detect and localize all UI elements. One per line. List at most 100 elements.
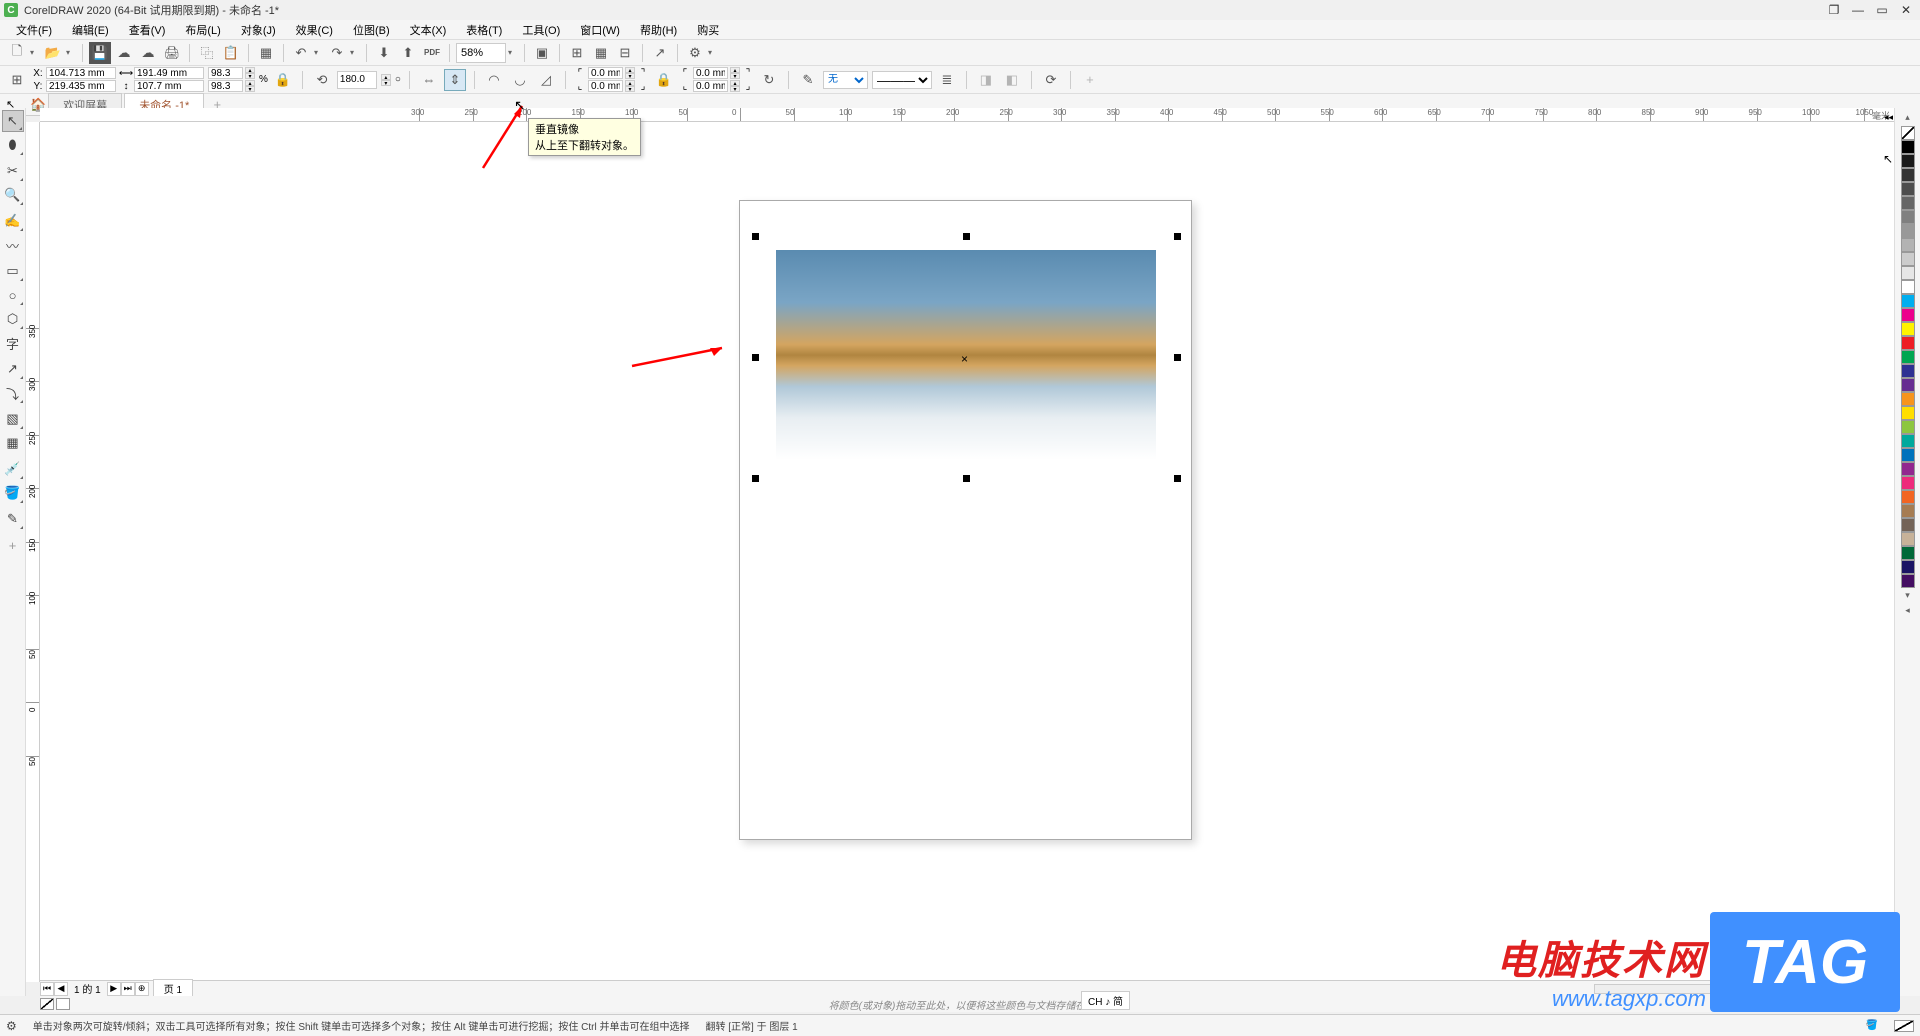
launch-icon[interactable]: ↗ <box>649 42 671 64</box>
paste-icon[interactable]: 📋 <box>220 42 242 64</box>
color-swatch[interactable] <box>1901 448 1915 462</box>
guides-icon[interactable]: ⊟ <box>614 42 636 64</box>
color-swatch[interactable] <box>1901 154 1915 168</box>
color-eyedropper-tool[interactable]: 💉 <box>2 458 24 480</box>
color-swatch[interactable] <box>1901 490 1915 504</box>
redo-icon[interactable]: ↷ <box>326 42 348 64</box>
rotate-icon[interactable]: ⟲ <box>311 69 333 91</box>
pdf-icon[interactable]: PDF <box>421 42 443 64</box>
add-tool-icon[interactable]: + <box>2 534 24 556</box>
menu-buy[interactable]: 购买 <box>687 20 729 40</box>
wrap-text-icon[interactable]: ≣ <box>936 69 958 91</box>
selection-handle[interactable] <box>963 233 970 240</box>
fill-swatch[interactable] <box>40 998 54 1010</box>
clipboard-icon[interactable]: ▦ <box>255 42 277 64</box>
color-swatch[interactable] <box>1901 196 1915 210</box>
rotation-spinner[interactable]: ▴▾ <box>381 74 391 86</box>
color-swatch[interactable] <box>1901 546 1915 560</box>
color-swatch[interactable] <box>1901 560 1915 574</box>
expand-right-icon[interactable]: ↖ <box>1883 152 1893 166</box>
options-icon[interactable]: ⚙ <box>684 42 706 64</box>
color-swatch[interactable] <box>1901 504 1915 518</box>
scale-x-input[interactable] <box>208 67 243 79</box>
color-swatch[interactable] <box>1901 434 1915 448</box>
options-dropdown[interactable]: ▾ <box>708 48 718 57</box>
menu-view[interactable]: 查看(V) <box>119 20 176 40</box>
crop-tool[interactable]: ✂ <box>2 160 24 182</box>
selection-handle[interactable] <box>752 233 759 240</box>
drop-shadow-tool[interactable]: ▧ <box>2 408 24 430</box>
selection-handle[interactable] <box>752 354 759 361</box>
menu-window[interactable]: 窗口(W) <box>570 20 630 40</box>
gear-icon[interactable]: ⚙ <box>6 1019 17 1033</box>
corner-bl-spinner[interactable]: ▴▾ <box>625 80 635 92</box>
color-swatch[interactable] <box>1901 322 1915 336</box>
pick-tool[interactable]: ↖ <box>2 110 24 132</box>
line-style-select[interactable]: ——— <box>872 71 932 89</box>
snap-icon[interactable]: ⊞ <box>566 42 588 64</box>
connector-tool[interactable]: ⤵ <box>2 382 24 404</box>
nav-last-icon[interactable]: ⏭ <box>121 982 135 996</box>
menu-table[interactable]: 表格(T) <box>456 20 512 40</box>
relative-corner-icon[interactable]: ↻ <box>758 69 780 91</box>
nav-next-icon[interactable]: ▶ <box>107 982 121 996</box>
nav-first-icon[interactable]: ⏮ <box>40 982 54 996</box>
minimize-icon[interactable]: — <box>1848 2 1868 18</box>
color-swatch[interactable] <box>1901 378 1915 392</box>
export-icon[interactable]: ⬆ <box>397 42 419 64</box>
color-swatch[interactable] <box>1901 462 1915 476</box>
height-input[interactable] <box>134 80 204 92</box>
menu-layout[interactable]: 布局(L) <box>175 20 230 40</box>
order-front-icon[interactable]: ◨ <box>975 69 997 91</box>
grid-icon[interactable]: ▦ <box>590 42 612 64</box>
fill-indicator[interactable] <box>40 998 70 1010</box>
ruler-horizontal[interactable]: 3002502001501005005010015020025030035040… <box>40 108 1894 122</box>
color-swatch[interactable] <box>1901 140 1915 154</box>
scale-y-input[interactable] <box>208 80 243 92</box>
menu-tools[interactable]: 工具(O) <box>512 20 570 40</box>
corner-tr-spinner[interactable]: ▴▾ <box>730 67 740 79</box>
color-swatch[interactable] <box>1901 280 1915 294</box>
corner-tl-input[interactable] <box>588 67 623 79</box>
color-swatch[interactable] <box>1901 392 1915 406</box>
lock-ratio-icon[interactable]: 🔒 <box>272 69 294 91</box>
menu-help[interactable]: 帮助(H) <box>630 20 687 40</box>
menu-file[interactable]: 文件(F) <box>6 20 62 40</box>
rectangle-tool[interactable]: ▭ <box>2 260 24 282</box>
palette-down-icon[interactable]: ▾ <box>1905 590 1910 601</box>
close-icon[interactable]: ✕ <box>1896 2 1916 18</box>
menu-edit[interactable]: 编辑(E) <box>62 20 119 40</box>
y-input[interactable] <box>46 80 116 92</box>
color-swatch[interactable] <box>1901 224 1915 238</box>
zoom-input[interactable] <box>456 43 506 63</box>
color-swatch[interactable] <box>1901 350 1915 364</box>
bucket-icon[interactable]: 🪣 <box>1866 1020 1878 1031</box>
print-icon[interactable]: 🖨 <box>161 42 183 64</box>
selection-handle[interactable] <box>1174 475 1181 482</box>
color-swatch[interactable] <box>1901 574 1915 588</box>
mirror-vertical-icon[interactable]: ⇕ <box>444 69 466 91</box>
menu-object[interactable]: 对象(J) <box>231 20 286 40</box>
corner-tr-input[interactable] <box>693 67 728 79</box>
collapse-right-icon[interactable]: ◂◂ <box>1884 112 1893 123</box>
nav-add-page-icon[interactable]: ⊕ <box>135 982 149 996</box>
cloud-up-icon[interactable]: ☁ <box>113 42 135 64</box>
color-swatch[interactable] <box>1901 266 1915 280</box>
ellipse-tool[interactable]: ○ <box>2 284 24 306</box>
palette-flyout-icon[interactable]: ◂ <box>1905 605 1910 616</box>
menu-bitmap[interactable]: 位图(B) <box>343 20 400 40</box>
selection-handle[interactable] <box>1174 354 1181 361</box>
color-swatch[interactable] <box>1901 252 1915 266</box>
corner-chamfer-icon[interactable]: ◿ <box>535 69 557 91</box>
mirror-horizontal-icon[interactable]: ⇔ <box>418 69 440 91</box>
color-swatch[interactable] <box>1901 476 1915 490</box>
zoom-tool[interactable]: 🔍 <box>2 184 24 206</box>
color-swatch[interactable] <box>1901 294 1915 308</box>
restore-down-icon[interactable]: ❐ <box>1824 2 1844 18</box>
import-icon[interactable]: ⬇ <box>373 42 395 64</box>
color-swatch[interactable] <box>1901 238 1915 252</box>
open-dropdown[interactable]: ▾ <box>66 48 76 57</box>
text-tool[interactable]: 字 <box>2 332 24 354</box>
corner-scallop-icon[interactable]: ◡ <box>509 69 531 91</box>
zoom-dropdown[interactable]: ▾ <box>508 48 518 57</box>
